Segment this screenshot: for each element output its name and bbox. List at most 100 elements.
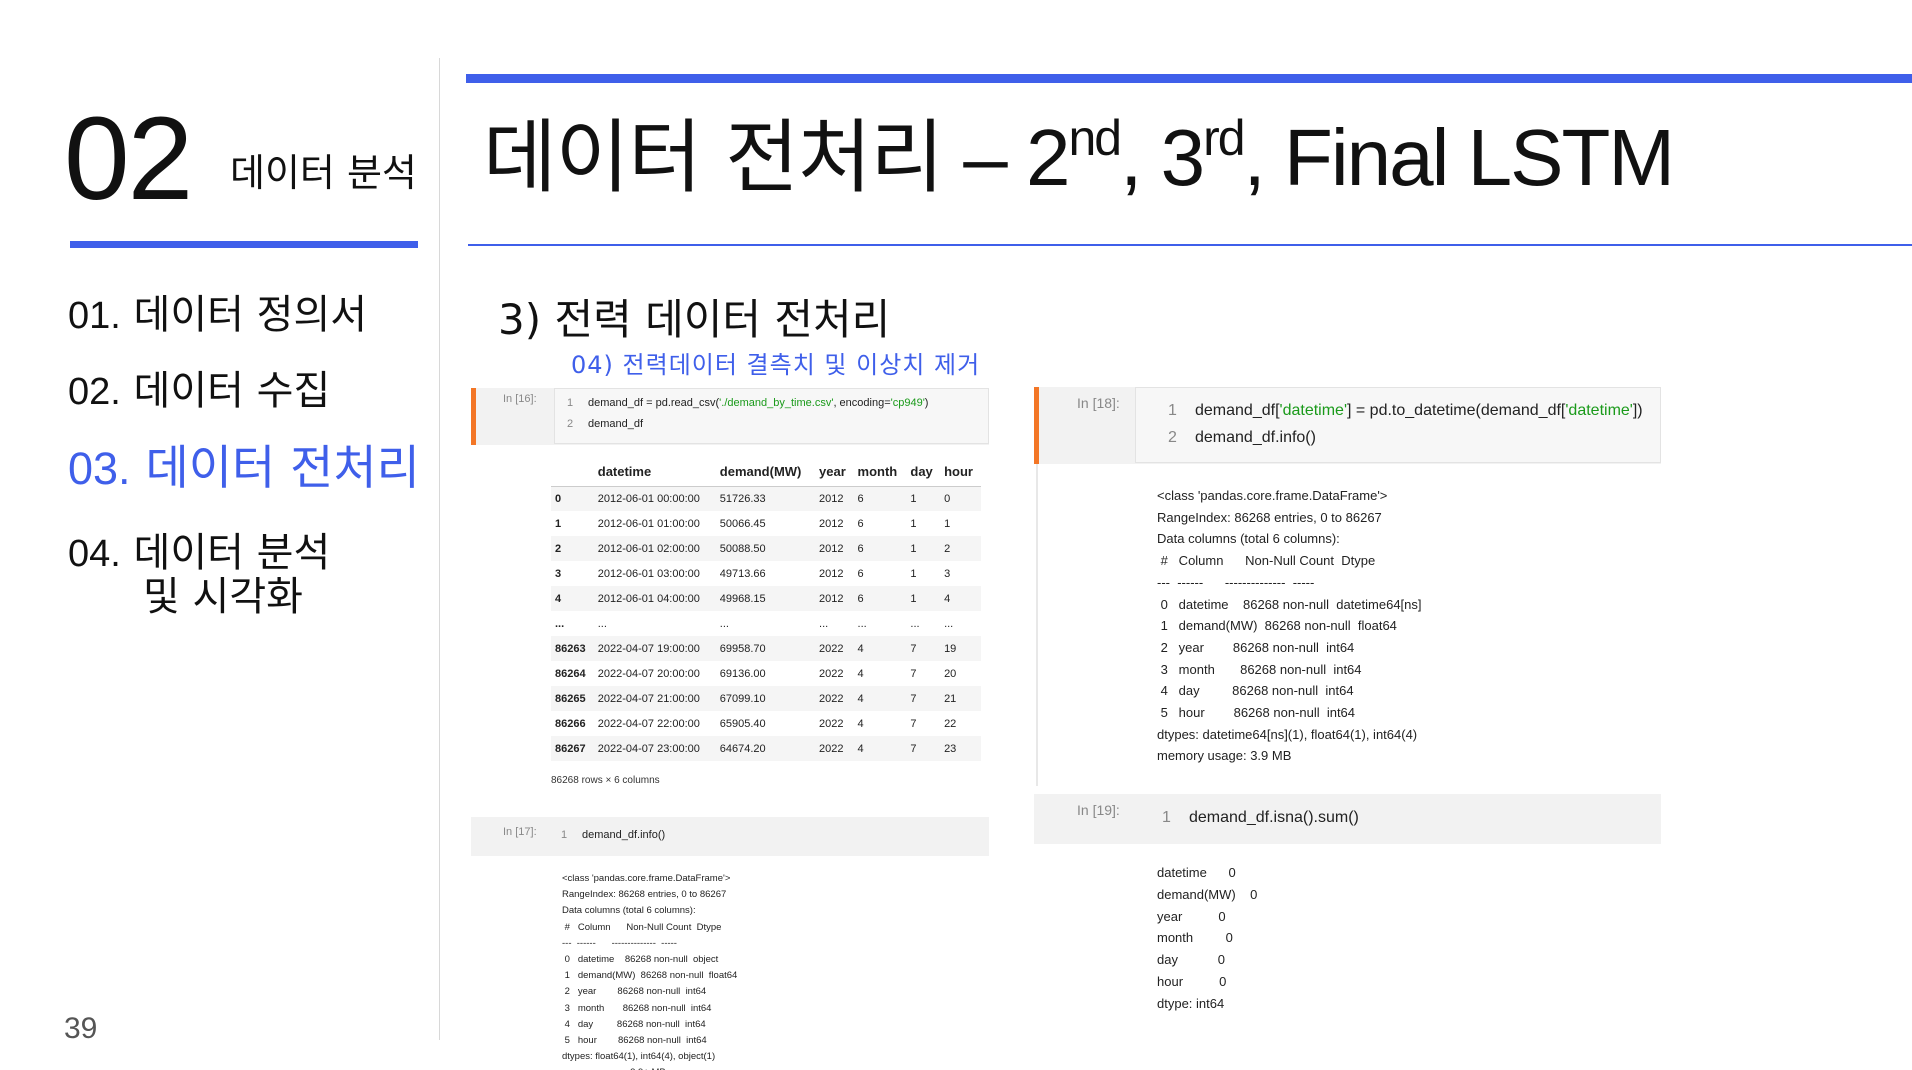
toc-item-label: 데이터 정의서 <box>133 292 368 338</box>
panel-divider <box>439 58 440 1040</box>
table-row: 86266 2022-04-07 22:00:00 65905.40 2022 4 7 22 <box>551 711 981 736</box>
table-cell: ... <box>910 617 920 630</box>
table-cell: 64674.20 <box>719 742 766 755</box>
table-cell: 2022 <box>819 692 844 705</box>
code-input[interactable]: 1 demand_df = pd.read_csv('./demand_by_t… <box>554 388 989 444</box>
row-index: 1 <box>555 517 562 530</box>
table-cell: 4 <box>857 667 864 680</box>
code-line: demand_df.info() <box>1195 429 1316 446</box>
table-cell: 2012 <box>819 542 844 555</box>
code-cell-16[interactable]: In [16]: 1 demand_df = pd.read_csv('./de… <box>471 388 989 445</box>
table-cell: ... <box>719 617 729 630</box>
table-cell: 6 <box>857 542 864 555</box>
table-cell: 0 <box>944 492 951 505</box>
table-cell: 4 <box>857 642 864 655</box>
header-bar <box>466 74 1912 83</box>
cell-18-output: <class 'pandas.core.frame.DataFrame'> Ra… <box>1157 488 1422 764</box>
toc-item-label: 데이터 분석 <box>133 530 331 576</box>
table-cell: 1 <box>910 492 917 505</box>
table-cell: 1 <box>910 592 917 605</box>
table-cell: 2022 <box>819 642 844 655</box>
cell-prompt: In [16]: <box>503 393 537 405</box>
toc-item-analysis[interactable]: 04. 데이터 분석 <box>68 530 330 577</box>
table-cell: ... <box>597 617 607 630</box>
title-underline <box>468 244 1912 246</box>
table-cell: 21 <box>944 692 957 705</box>
code-cell-19[interactable]: In [19]: 1 demand_df.isna().sum() <box>1034 794 1661 844</box>
code-line: demand_df <box>588 418 644 430</box>
table-cell: ... <box>819 617 829 630</box>
table-cell: 49968.15 <box>719 592 766 605</box>
toc-item-number: 01. <box>68 295 121 337</box>
table-row: 86264 2022-04-07 20:00:00 69136.00 2022 4 7 20 <box>551 661 981 686</box>
table-cell: 19 <box>944 642 957 655</box>
table-cell: 1 <box>910 517 917 530</box>
table-row: ..................... <box>551 611 981 636</box>
row-index: 0 <box>555 492 562 505</box>
table-cell: 67099.10 <box>719 692 766 705</box>
table-cell: 50066.45 <box>719 517 766 530</box>
table-cell: 1 <box>910 567 917 580</box>
table-cell: 2022-04-07 23:00:00 <box>597 742 700 755</box>
section-number: 02 <box>64 93 193 225</box>
code-input[interactable]: 1 demand_df.info() <box>549 817 989 855</box>
table-cell: 22 <box>944 717 957 730</box>
table-cell: 2012-06-01 00:00:00 <box>597 492 700 505</box>
toc-item-label: 데이터 수집 <box>133 368 331 414</box>
code-input[interactable]: 1 demand_df['datetime'] = pd.to_datetime… <box>1135 387 1661 463</box>
table-row: 0 2012-06-01 00:00:00 51726.33 2012 6 1 0 <box>551 486 981 511</box>
toc-item-preprocessing[interactable]: 03. 데이터 전처리 <box>68 443 420 494</box>
table-row: 4 2012-06-01 04:00:00 49968.15 2012 6 1 4 <box>551 586 981 611</box>
code-cell-17[interactable]: In [17]: 1 demand_df.info() <box>471 817 989 856</box>
table-row: 86263 2022-04-07 19:00:00 69958.70 2022 4 7 19 <box>551 636 981 661</box>
table-cell: 2022-04-07 22:00:00 <box>597 717 700 730</box>
code-cell-18[interactable]: In [18]: 1 demand_df['datetime'] = pd.to… <box>1034 387 1661 464</box>
table-cell: 6 <box>857 592 864 605</box>
cell-prompt: In [19]: <box>1077 802 1120 818</box>
row-index: ... <box>555 617 565 630</box>
table-cell: ... <box>857 617 867 630</box>
table-cell: 7 <box>910 667 917 680</box>
table-row: 86267 2022-04-07 23:00:00 64674.20 2022 4 7 23 <box>551 736 981 761</box>
table-cell: 65905.40 <box>719 717 766 730</box>
table-cell: 6 <box>857 567 864 580</box>
row-index: 86266 <box>555 717 586 730</box>
row-index: 86263 <box>555 642 586 655</box>
section-underline <box>70 241 418 248</box>
toc-item-collection[interactable]: 02. 데이터 수집 <box>68 368 330 415</box>
table-cell: 2012-06-01 03:00:00 <box>597 567 700 580</box>
table-cell: 7 <box>910 742 917 755</box>
table-column-header: month <box>853 458 907 487</box>
line-number: 2 <box>567 418 574 430</box>
row-index: 3 <box>555 567 562 580</box>
toc-item-definition[interactable]: 01. 데이터 정의서 <box>68 292 367 339</box>
table-cell: 7 <box>910 642 917 655</box>
table-cell: 2012 <box>819 517 844 530</box>
line-number: 1 <box>1168 402 1177 419</box>
table-cell: 20 <box>944 667 957 680</box>
line-number: 1 <box>1162 809 1171 826</box>
table-cell: 50088.50 <box>719 542 766 555</box>
table-cell: 2022 <box>819 717 844 730</box>
table-column-header: datetime <box>593 458 716 487</box>
table-cell: ... <box>944 617 954 630</box>
sub-subtitle: 04) 전력데이터 결측치 및 이상치 제거 <box>571 351 981 379</box>
cell-prompt: In [17]: <box>503 826 537 838</box>
table-cell: 4 <box>857 742 864 755</box>
table-cell: 69958.70 <box>719 642 766 655</box>
subtitle: 3) 전력 데이터 전처리 <box>498 295 891 344</box>
table-cell: 2012 <box>819 592 844 605</box>
toc-item-number: 03. <box>68 443 131 494</box>
table-cell: 6 <box>857 492 864 505</box>
table-cell: 2012-06-01 02:00:00 <box>597 542 700 555</box>
table-caption: 86268 rows × 6 columns <box>551 775 660 786</box>
table-row: 3 2012-06-01 03:00:00 49713.66 2012 6 1 3 <box>551 561 981 586</box>
section-title: 데이터 분석 <box>230 151 417 195</box>
table-row: 86265 2022-04-07 21:00:00 67099.10 2022 4 7 21 <box>551 686 981 711</box>
table-cell: 2022 <box>819 742 844 755</box>
table-cell: 3 <box>944 567 951 580</box>
code-line: demand_df.info() <box>582 829 666 841</box>
row-index: 86264 <box>555 667 586 680</box>
page-number: 39 <box>64 1012 98 1045</box>
code-input[interactable]: 1 demand_df.isna().sum() <box>1130 794 1661 844</box>
